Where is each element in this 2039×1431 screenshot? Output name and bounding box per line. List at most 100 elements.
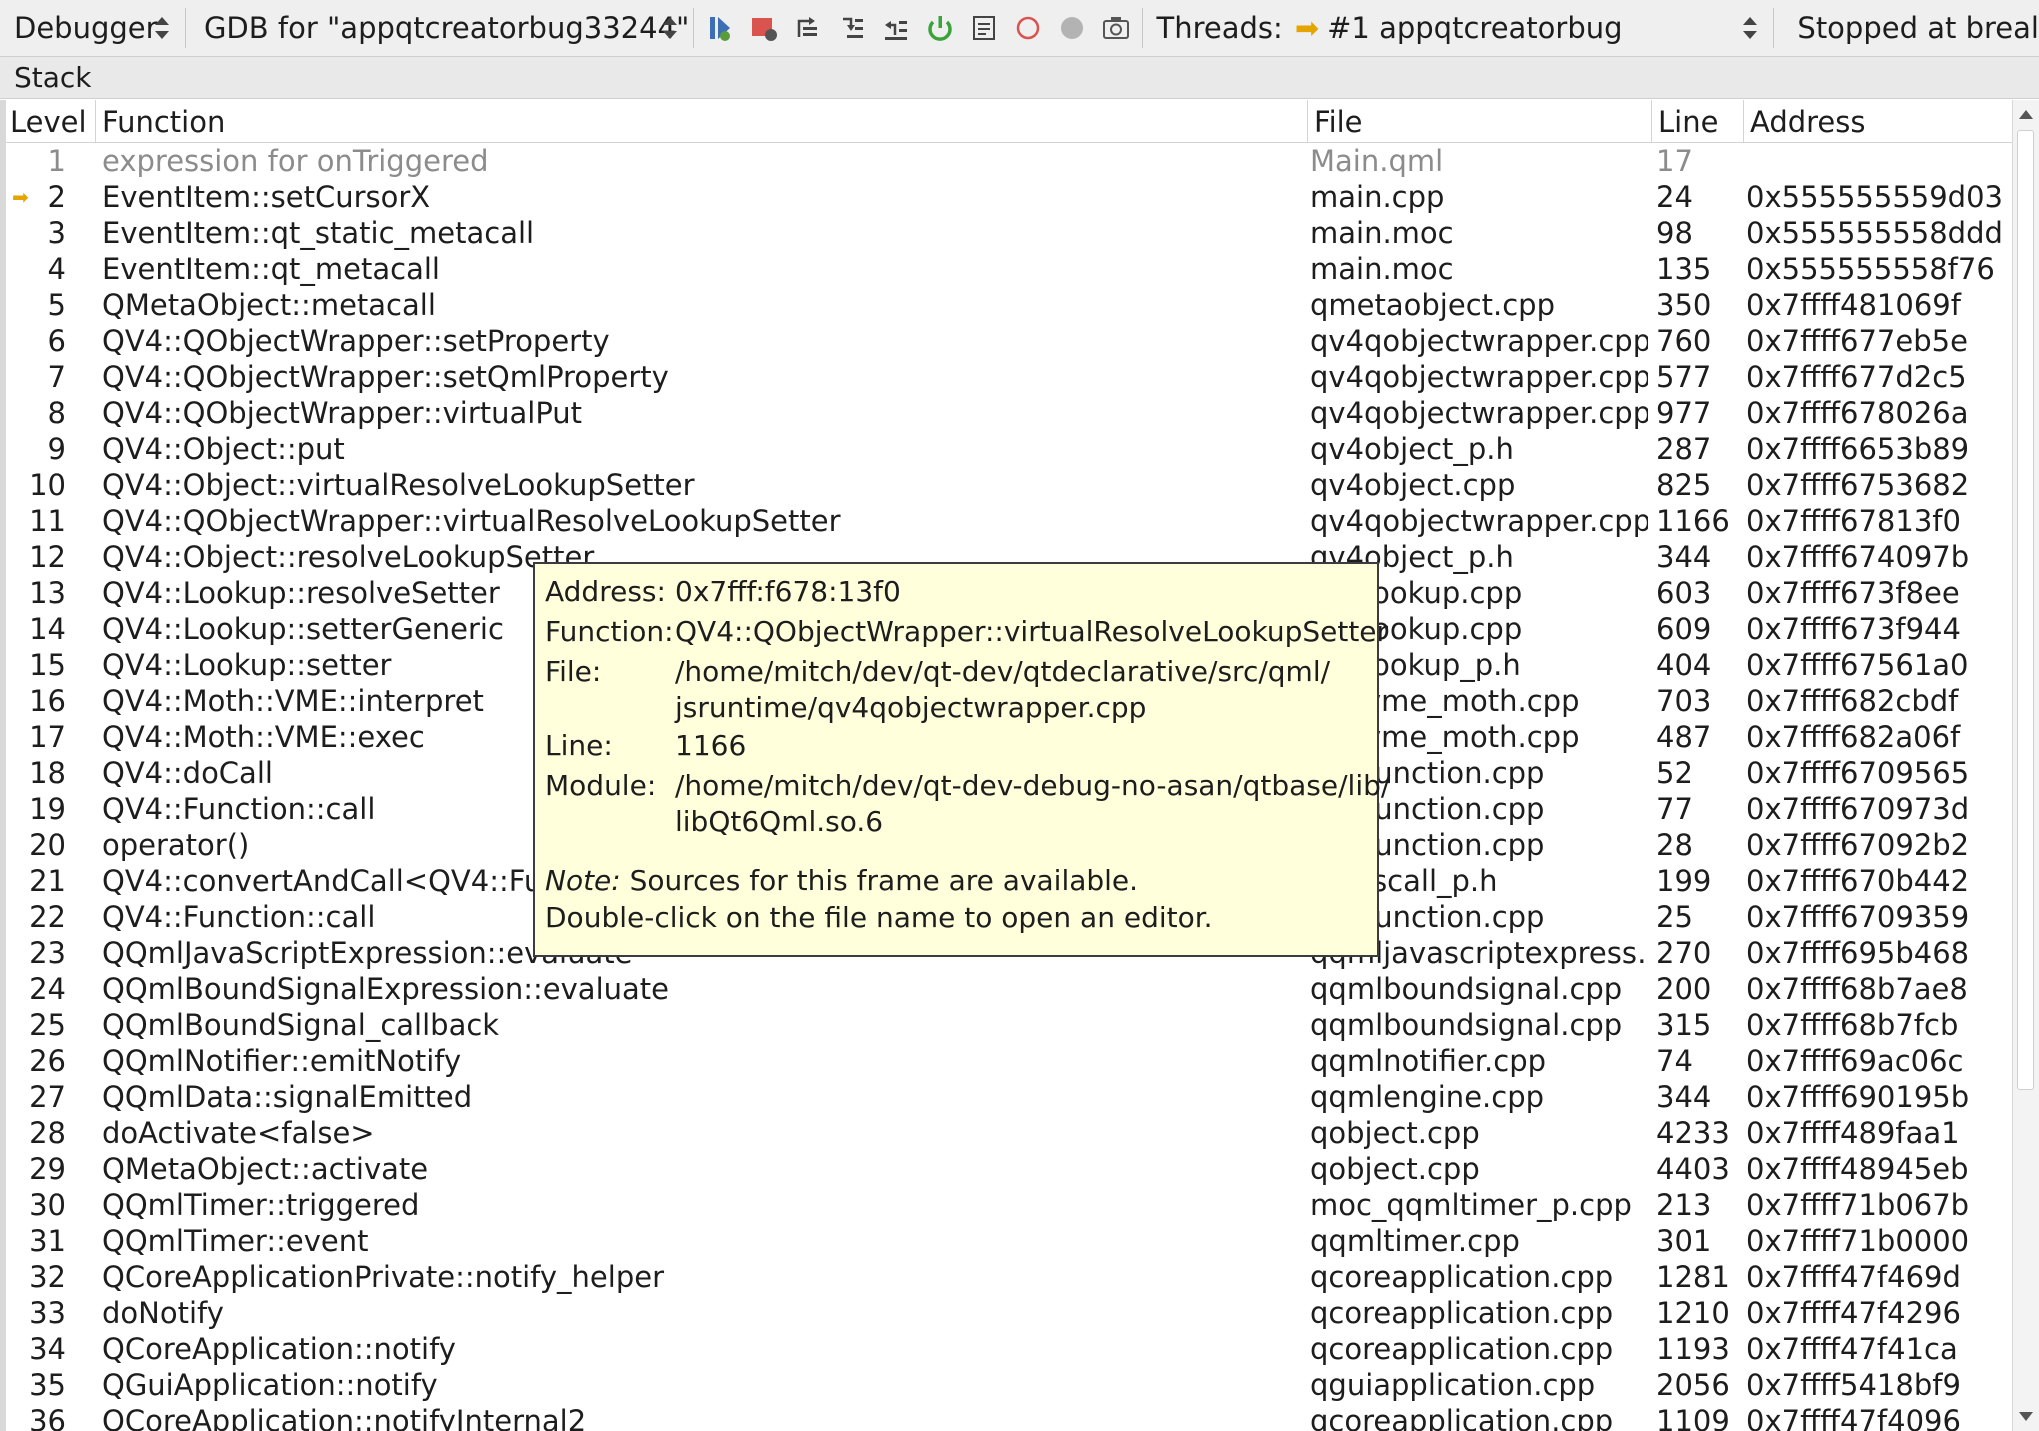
tooltip-file-value: /home/mitch/dev/qt-dev/qtdeclarative/src…	[675, 652, 1390, 726]
step-over-icon[interactable]	[788, 6, 828, 50]
vertical-scrollbar[interactable]	[2012, 100, 2039, 1431]
frame-address: 0x7ffff68b7fcb	[1746, 1008, 1959, 1042]
stack-frame-row[interactable]: 36 QCoreApplication::notifyInternal2 qcore…	[6, 1403, 2012, 1431]
stack-frame-row[interactable]: 6 QV4::QObjectWrapper::setProperty qv4qobj…	[6, 323, 2012, 359]
frame-level: 5	[47, 288, 66, 322]
stack-frame-row[interactable]: 1 expression for onTriggered Main.qml 17	[6, 143, 2012, 179]
stack-frame-row[interactable]: ➡ 2 EventItem::setCursorX main.cpp 24 0x55555…	[6, 179, 2012, 215]
frame-level: 6	[47, 324, 66, 358]
frame-function: QQmlTimer::triggered	[102, 1188, 420, 1222]
toolbar-separator	[185, 8, 186, 48]
frame-line: 77	[1656, 792, 1693, 826]
frame-line: 2056	[1656, 1368, 1730, 1402]
restart-icon[interactable]	[920, 6, 960, 50]
continue-icon[interactable]	[700, 6, 740, 50]
breakpoint-icon[interactable]	[1008, 6, 1048, 50]
threads-combo[interactable]: ➡ #1 appqtcreatorbug	[1283, 5, 1769, 51]
stack-frame-row[interactable]: 4 EventItem::qt_metacall main.moc 135 0x5555…	[6, 251, 2012, 287]
frame-file: main.moc	[1310, 216, 1454, 250]
stack-frame-row[interactable]: 3 EventItem::qt_static_metacall main.moc 98…	[6, 215, 2012, 251]
stack-frame-row[interactable]: 29 QMetaObject::activate qobject.cpp 4403 0x…	[6, 1151, 2012, 1187]
tooltip-line-value: 1166	[675, 729, 747, 762]
frame-level: 23	[29, 936, 66, 970]
frame-address: 0x7ffff69ac06c	[1746, 1044, 1964, 1078]
frame-address: 0x7ffff674097b	[1746, 540, 1970, 574]
frame-line: 703	[1656, 684, 1712, 718]
frame-address: 0x7ffff670973d	[1746, 792, 1970, 826]
stack-frame-row[interactable]: 33 doNotify qcoreapplication.cpp 1210 0x7fff…	[6, 1295, 2012, 1331]
stack-frame-row[interactable]: 9 QV4::Object::put qv4object_p.h 287 0x7ffff…	[6, 431, 2012, 467]
stack-frame-row[interactable]: 24 QQmlBoundSignalExpression::evaluate qqm…	[6, 971, 2012, 1007]
step-into-icon[interactable]	[832, 6, 872, 50]
debugger-session-combo-label: GDB for "appqtcreatorbug33244"	[203, 11, 690, 45]
column-header-function[interactable]: Function	[96, 100, 1308, 142]
frame-level: 14	[29, 612, 66, 646]
frame-level: 36	[29, 1404, 66, 1431]
frame-level: 34	[29, 1332, 66, 1366]
frame-line: 487	[1656, 720, 1712, 754]
column-header-level[interactable]: Level	[6, 100, 96, 142]
tooltip-function-value: QV4::QObjectWrapper::virtualResolveLooku…	[675, 615, 1389, 648]
frame-function: QQmlData::signalEmitted	[102, 1080, 473, 1114]
frame-level: 3	[47, 216, 66, 250]
frame-function: QCoreApplicationPrivate::notify_helper	[102, 1260, 664, 1294]
frame-level: 33	[29, 1296, 66, 1330]
debugger-engine-combo-label: Debugger	[14, 11, 158, 45]
stack-frame-row[interactable]: 8 QV4::QObjectWrapper::virtualPut qv4qobje…	[6, 395, 2012, 431]
stack-frame-row[interactable]: 30 QQmlTimer::triggered moc_qqmltimer_p.cp…	[6, 1187, 2012, 1223]
column-header-line[interactable]: Line	[1652, 100, 1744, 142]
frame-level: 32	[29, 1260, 66, 1294]
interrupt-icon[interactable]	[744, 6, 784, 50]
debugger-engine-combo[interactable]: Debugger	[0, 5, 181, 51]
column-header-address[interactable]: Address	[1744, 100, 2012, 142]
frame-level: 9	[47, 432, 66, 466]
scrollbar-thumb[interactable]	[2017, 130, 2034, 1090]
frame-file: Main.qml	[1310, 144, 1444, 178]
frame-line: 200	[1656, 972, 1712, 1006]
stack-frame-row[interactable]: 5 QMetaObject::metacall qmetaobject.cpp 350…	[6, 287, 2012, 323]
frame-address: 0x7ffff6753682	[1746, 468, 1970, 502]
frame-file: qobject.cpp	[1310, 1116, 1480, 1150]
stack-frame-row[interactable]: 26 QQmlNotifier::emitNotify qqmlnotifier.c…	[6, 1043, 2012, 1079]
disabled-breakpoint-icon[interactable]	[1052, 6, 1092, 50]
operate-by-instruction-icon[interactable]	[964, 6, 1004, 50]
frame-line: 1281	[1656, 1260, 1730, 1294]
stack-frame-row[interactable]: 10 QV4::Object::virtualResolveLookupSette…	[6, 467, 2012, 503]
frame-line: 270	[1656, 936, 1712, 970]
frame-address: 0x7ffff682a06f	[1746, 720, 1961, 754]
frame-line: 135	[1656, 252, 1712, 286]
frame-file: qv4qobjectwrapper.cpp	[1310, 324, 1648, 358]
frame-level: 15	[29, 648, 66, 682]
column-header-file[interactable]: File	[1308, 100, 1652, 142]
frame-address: 0x7ffff47f4096	[1746, 1404, 1961, 1431]
stack-frame-row[interactable]: 27 QQmlData::signalEmitted qqmlengine.cpp 3…	[6, 1079, 2012, 1115]
frame-address: 0x555555559d03	[1746, 180, 2003, 214]
snapshot-icon[interactable]	[1096, 6, 1136, 50]
frame-level: 11	[29, 504, 66, 538]
stack-frame-row[interactable]: 31 QQmlTimer::event qqmltimer.cpp 301 0x7fff…	[6, 1223, 2012, 1259]
frame-tooltip: Address: 0x7fff:f678:13f0 Function: QV4:…	[533, 562, 1390, 957]
tooltip-note-text-2: Double-click on the file name to open an…	[545, 901, 1213, 934]
stack-frame-row[interactable]: 34 QCoreApplication::notify qcoreapplicati…	[6, 1331, 2012, 1367]
frame-function: QV4::QObjectWrapper::virtualPut	[102, 396, 583, 430]
frame-line: 52	[1656, 756, 1693, 790]
scroll-up-arrow-icon[interactable]	[2019, 110, 2033, 119]
frame-function: QCoreApplication::notifyInternal2	[102, 1404, 587, 1431]
step-out-icon[interactable]	[876, 6, 916, 50]
frame-level: 25	[29, 1008, 66, 1042]
current-thread-arrow-icon: ➡	[1294, 11, 1320, 45]
stack-frame-row[interactable]: 11 QV4::QObjectWrapper::virtualResolveLoo…	[6, 503, 2012, 539]
stack-frame-row[interactable]: 32 QCoreApplicationPrivate::notify_helper…	[6, 1259, 2012, 1295]
frame-file: qmetaobject.cpp	[1310, 288, 1555, 322]
frame-file: qobject.cpp	[1310, 1152, 1480, 1186]
debugger-session-combo[interactable]: GDB for "appqtcreatorbug33244"	[190, 5, 689, 51]
stack-frame-row[interactable]: 7 QV4::QObjectWrapper::setQmlProperty qv4q…	[6, 359, 2012, 395]
stack-frame-row[interactable]: 35 QGuiApplication::notify qguiapplication…	[6, 1367, 2012, 1403]
stack-frame-row[interactable]: 25 QQmlBoundSignal_callback qqmlboundsigna…	[6, 1007, 2012, 1043]
frame-function: QV4::QObjectWrapper::virtualResolveLooku…	[102, 504, 841, 538]
toolbar-separator	[1772, 8, 1774, 48]
frame-level: 31	[29, 1224, 66, 1258]
frame-level: 13	[29, 576, 66, 610]
scroll-down-arrow-icon[interactable]	[2019, 1412, 2033, 1421]
stack-frame-row[interactable]: 28 doActivate<false> qobject.cpp 4233 0x7fff…	[6, 1115, 2012, 1151]
